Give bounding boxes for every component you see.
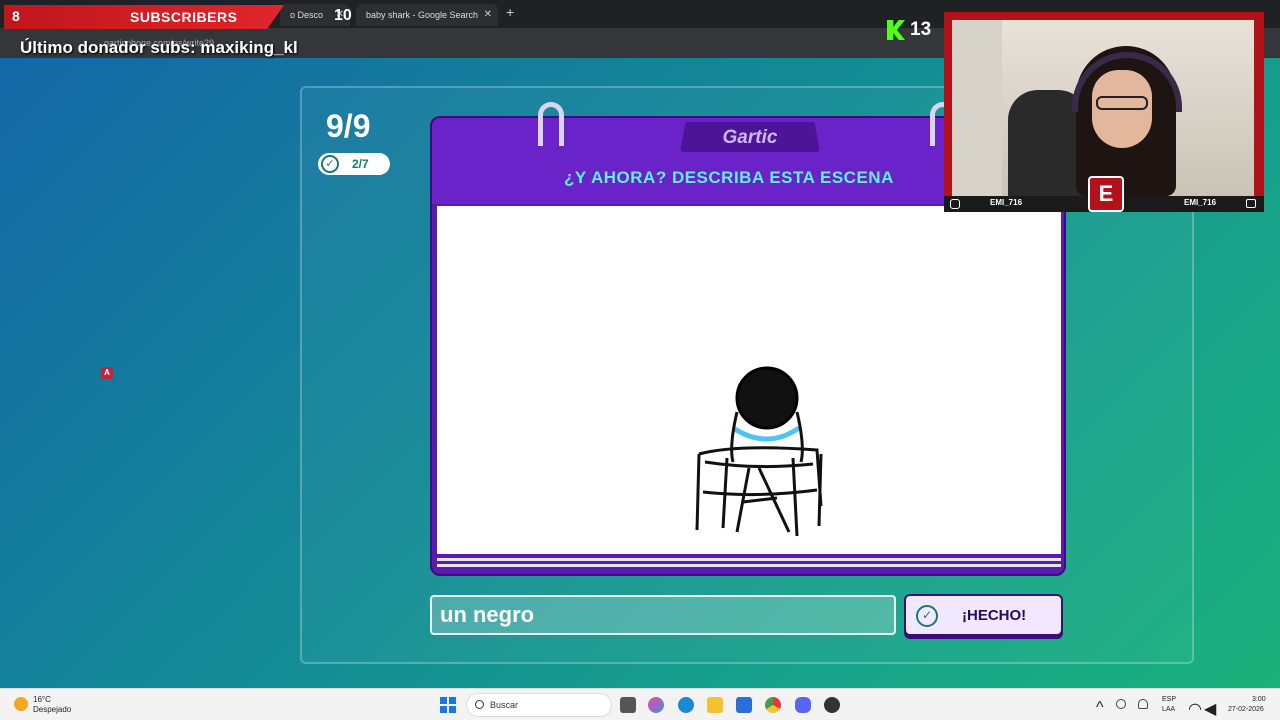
windows-taskbar: 16°C Despejado Buscar ^ ESP LAA ◠ ◀ 3:00…: [0, 688, 1280, 720]
wifi-icon[interactable]: ◠: [1188, 699, 1202, 718]
cloud-icon[interactable]: [1116, 699, 1126, 709]
discord-icon[interactable]: [795, 697, 811, 713]
weather-icon[interactable]: [14, 697, 28, 711]
microphone-icon[interactable]: [1138, 699, 1148, 709]
close-icon[interactable]: ✕: [484, 4, 492, 26]
streamer-logo: E: [1088, 176, 1124, 212]
clock-date[interactable]: 27-02-2026: [1228, 706, 1264, 713]
gartic-logo: Gartic: [722, 127, 778, 148]
tab-title: o Desco: [290, 10, 324, 20]
check-circle-icon: ✓: [916, 605, 938, 627]
taskbar-search[interactable]: Buscar: [466, 693, 612, 717]
search-label: Buscar: [490, 700, 519, 710]
gartic-logo-tab: Gartic: [680, 122, 820, 152]
check-circle-icon: ✓: [321, 155, 339, 173]
copilot-icon[interactable]: [648, 697, 664, 713]
volume-icon[interactable]: ◀: [1204, 699, 1216, 718]
file-explorer-icon[interactable]: [707, 697, 723, 713]
instagram-icon: [950, 199, 960, 209]
drawing-canvas: [437, 206, 1061, 554]
keyboard-layout[interactable]: LAA: [1162, 706, 1175, 713]
search-icon: [475, 700, 484, 709]
weather-description[interactable]: Despejado: [33, 705, 71, 714]
subscriber-label: SUBSCRIBERS: [130, 9, 238, 25]
tab-title: baby shark - Google Search: [366, 10, 479, 20]
webcam-background: [952, 20, 1002, 196]
drawing-sketch: [695, 366, 823, 537]
kick-viewer-count: 13: [910, 19, 932, 40]
chevron-up-icon[interactable]: ^: [1096, 699, 1106, 716]
page-edge: [437, 558, 1061, 561]
chrome-icon[interactable]: [765, 697, 781, 713]
done-button[interactable]: ✓ ¡HECHO!: [904, 594, 1063, 636]
round-counter: 9/9: [326, 108, 371, 144]
webcam-video: [952, 20, 1254, 196]
new-tab-button[interactable]: +: [506, 4, 514, 20]
subscriber-goal: 10: [334, 7, 352, 24]
subscriber-count-current: 8: [12, 8, 20, 24]
language-code[interactable]: ESP: [1162, 696, 1176, 703]
task-view-icon[interactable]: [620, 697, 636, 713]
notebook-ring-icon: [538, 102, 564, 146]
prompt-title: ¿Y AHORA? DESCRIBA ESTA ESCENA: [564, 168, 894, 187]
chat-icon: [1246, 199, 1256, 208]
progress-text: 2/7: [352, 157, 369, 171]
done-label: ¡HECHO!: [962, 607, 1027, 624]
instagram-handle: EMI_716: [990, 198, 1023, 207]
extension-badge[interactable]: A: [101, 367, 113, 379]
last-donor-text: Último donador subs: maxiking_kl: [20, 38, 298, 57]
store-icon[interactable]: [736, 697, 752, 713]
webcam-overlay: EMI_716 EMI_716 E: [944, 12, 1264, 212]
edge-icon[interactable]: [678, 697, 694, 713]
answer-input[interactable]: [430, 595, 896, 635]
windows-start-icon[interactable]: [440, 697, 456, 713]
page-edge: [437, 564, 1061, 567]
weather-temperature[interactable]: 16°C: [33, 695, 51, 704]
obs-icon[interactable]: [824, 697, 840, 713]
tab-google-search[interactable]: baby shark - Google Search ✕: [356, 4, 498, 26]
players-progress: ✓ 2/7: [318, 153, 390, 175]
clock-time[interactable]: 3:00: [1252, 696, 1266, 703]
channel-handle: EMI_716: [1184, 198, 1217, 207]
